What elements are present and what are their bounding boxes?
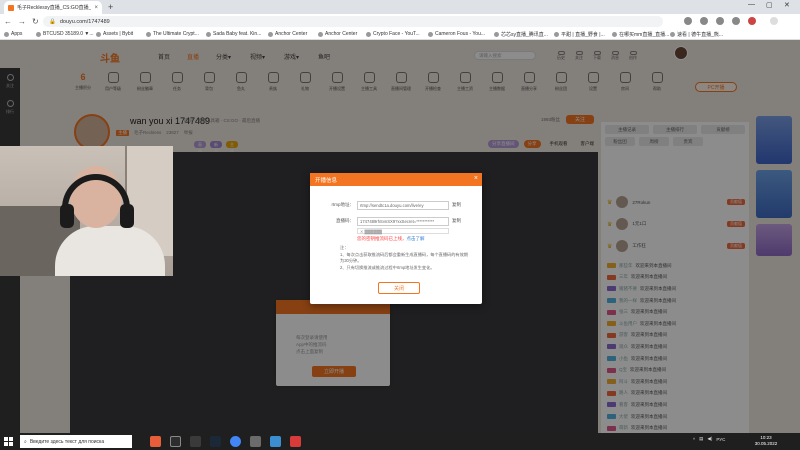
bookmark-icon [268,31,273,37]
webcam-overlay [0,146,173,276]
bookmark-item[interactable]: BTCUSD 35189.0 ▼... [36,31,94,37]
minimize-icon[interactable]: — [748,1,755,8]
new-tab-icon[interactable]: + [108,2,113,12]
bookmark-item[interactable]: Cameron Fous - You... [428,31,485,37]
key-row: 直播码： 1747489rhSvnSX9?xxSecret=**********… [310,216,482,226]
close-icon[interactable]: × [474,175,478,182]
bookmark-item[interactable]: 平甜 | 直播_野食 |... [554,31,605,38]
address-bar-row: ← → ↻ 🔒 douyu.com/1747489 [0,14,800,29]
url-text: douyu.com/1747489 [59,18,110,25]
line-select[interactable]: ✕ ▓▓▓▓▓▓ [357,228,449,234]
bookmark-item[interactable]: Assets | Bybit [96,31,133,37]
bookmark-icon [96,31,101,37]
bookmark-icon [612,32,617,37]
stream-info-dialog: 开播信息 × rtmp地址： rtmp://sendtc1a.douyu.com… [310,173,482,304]
bookmark-item[interactable]: Anchor Center [268,31,307,37]
browser-tab-bar: 毛子Recklessy直播_CS:GO直播_CS... × + — ▢ ✕ [0,0,800,14]
extension-icon-2[interactable] [716,17,724,25]
app-icon[interactable] [290,436,301,447]
windows-start-icon[interactable] [4,437,13,446]
windows-taskbar: ⌕ Введите здесь текст для поиска ^ ▤ ◀) … [0,433,800,450]
bookmark-icon [366,31,371,37]
chrome-icon[interactable] [230,436,241,447]
tab-title: 毛子Recklessy直播_CS:GO直播_CS... [17,5,92,11]
bookmark-item[interactable]: Anchor Center [318,31,357,37]
bookmark-item[interactable]: 芯芯sy直播_腾讯直... [494,31,548,38]
notes: 注： 1、每次点击获取推流码后都会重新生成直播码，每个直播码的有效期为30分钟。… [340,245,468,270]
language-indicator[interactable]: РУС [716,437,725,442]
bookmark-item[interactable]: The Ultimate Crypt... [146,31,199,37]
bookmark-item[interactable]: Sada Baby feat. Kin... [206,31,261,37]
close-tab-icon[interactable]: × [94,5,98,11]
apps-icon [4,31,9,37]
douyu-favicon-icon [8,4,14,11]
rtmp-row: rtmp地址： rtmp://sendtc1a.douyu.com/live/e… [310,200,482,210]
rtmp-label: rtmp地址： [331,202,355,207]
bookmark-item[interactable]: Apps [4,31,22,37]
warning-text: 您的密钥推流码已上线， [357,236,407,241]
bookmarks-bar: Apps BTCUSD 35189.0 ▼... Assets | Bybit … [0,29,800,40]
explorer-icon[interactable] [190,436,201,447]
extension-icon[interactable] [684,17,692,25]
warning-line: 您的密钥推流码已上线，点击了解 [357,236,425,242]
maximize-icon[interactable]: ▢ [766,1,773,9]
search-icon: ⌕ [24,438,27,445]
bookmark-icon [36,31,41,37]
close-window-icon[interactable]: ✕ [784,1,790,9]
bookmark-icon [494,32,499,37]
volume-icon[interactable]: ◀) [707,436,712,442]
system-tray: ^ ▤ ◀) РУС [693,436,725,442]
bookmark-item[interactable]: 在哪买mm直播_直播... [612,31,669,38]
menu-icon[interactable] [770,17,778,25]
dialog-header: 开播信息 × [310,173,482,186]
rtmp-field[interactable]: rtmp://sendtc1a.douyu.com/live/ey [357,200,449,210]
bookmark-icon [554,32,559,37]
clock[interactable]: 10:23 30.05.2022 [752,435,780,447]
profile-icon[interactable] [748,17,756,25]
close-button[interactable]: 关闭 [378,282,420,294]
bookmark-item[interactable]: 速看 | 德牛直播_熊... [670,31,723,38]
taskbar-search[interactable]: ⌕ Введите здесь текст для поиска [20,435,132,448]
back-icon[interactable]: ← [4,17,12,26]
key-label: 直播码： [336,218,354,223]
reload-icon[interactable]: ↻ [32,17,39,26]
lock-icon: 🔒 [49,18,56,25]
dialog-title: 开播信息 [315,177,338,184]
network-icon[interactable]: ▤ [699,436,703,442]
bookmark-icon [146,31,151,37]
bookmark-icon [318,31,323,37]
url-field[interactable]: 🔒 douyu.com/1747489 [43,16,663,27]
steam-icon[interactable] [210,436,221,447]
learn-more-link[interactable]: 点击了解 [407,236,425,241]
bookmark-icon [428,31,433,37]
copy-key-button[interactable]: 复制 [449,218,461,224]
bookmark-icon [670,32,675,37]
tray-arrow-icon[interactable]: ^ [693,437,695,442]
extension-icon-3[interactable] [732,17,740,25]
task-view-icon[interactable] [170,436,181,447]
app-icon[interactable] [250,436,261,447]
bookmark-icon [206,31,211,37]
bookmark-item[interactable]: Crypto Face - YouT... [366,31,420,37]
stream-key-field[interactable]: 1747489rhSvnSX9?xxSecret=*********** [357,216,449,226]
app-icon[interactable] [270,436,281,447]
umbrella-app-icon[interactable] [150,436,161,447]
copy-rtmp-button[interactable]: 复制 [449,202,461,208]
star-icon[interactable] [700,17,708,25]
browser-tab[interactable]: 毛子Recklessy直播_CS:GO直播_CS... × [4,1,102,14]
forward-icon[interactable]: → [18,17,26,26]
